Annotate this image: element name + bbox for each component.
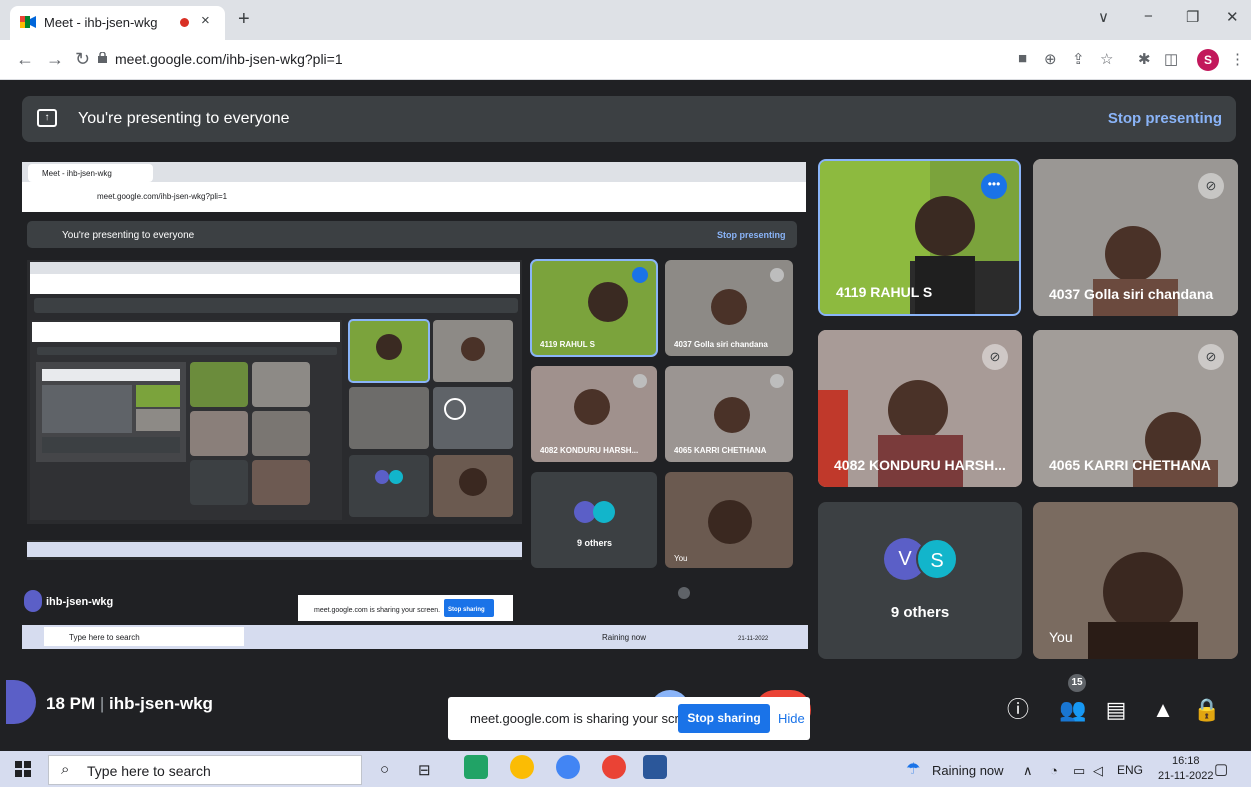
side-panel-icon[interactable]: ◫ <box>1164 50 1178 68</box>
taskbar-search-box[interactable]: ⌕ Type here to search <box>48 755 362 785</box>
language-indicator[interactable]: ENG <box>1117 763 1143 777</box>
share-notice-text: meet.google.com is sharing your screen. <box>470 711 705 726</box>
weather-icon[interactable]: ☂ <box>906 759 920 779</box>
participant-tile[interactable]: ••• 4119 RAHUL S <box>818 159 1021 316</box>
nested-date: 21-11-2022 <box>738 636 769 642</box>
address-bar[interactable]: meet.google.com/ihb-jsen-wkg?pli=1 <box>115 51 343 67</box>
nested-url: meet.google.com/ihb-jsen-wkg?pli=1 <box>97 192 228 201</box>
nested-stop-sharing: Stop sharing <box>448 607 485 613</box>
nested-share-text: meet.google.com is sharing your screen. <box>314 607 440 614</box>
task-view-icon[interactable]: ⊟ <box>418 761 431 779</box>
host-controls-icon[interactable]: 🔒 <box>1187 690 1227 730</box>
others-tile[interactable]: V S 9 others <box>818 502 1022 659</box>
nested-you-label: You <box>674 554 688 563</box>
shared-screen-preview: Meet - ihb-jsen-wkg meet.google.com/ihb-… <box>22 157 808 665</box>
chrome-alt-app-icon[interactable] <box>602 755 626 779</box>
volume-icon[interactable]: ◁ <box>1093 763 1103 779</box>
extensions-icon[interactable]: ✱ <box>1138 50 1151 68</box>
info-icon[interactable]: ⓘ <box>998 690 1038 730</box>
windows-start-icon[interactable] <box>15 761 31 777</box>
battery-icon[interactable]: ▭ <box>1073 763 1085 779</box>
nested-tile-name-rahul: 4119 RAHUL S <box>540 340 596 349</box>
minimize-button[interactable]: − <box>1144 8 1153 25</box>
meet-favicon-icon <box>20 16 36 28</box>
mic-off-icon: ⊘ <box>1198 344 1224 370</box>
activities-icon[interactable]: ▲ <box>1143 690 1183 730</box>
others-count-label: 9 others <box>890 604 950 621</box>
excel-app-icon[interactable] <box>464 755 488 779</box>
word-app-icon[interactable] <box>643 755 667 779</box>
taskbar-clock[interactable]: 16:18 21-11-2022 <box>1158 754 1213 784</box>
reload-icon[interactable]: ↻ <box>75 49 90 70</box>
profile-avatar[interactable]: S <box>1197 49 1219 71</box>
more-options-icon[interactable]: ••• <box>981 173 1007 199</box>
menu-dots-icon[interactable]: ⋮ <box>1230 50 1245 68</box>
clock-date: 21-11-2022 <box>1158 770 1214 782</box>
close-window-button[interactable]: ✕ <box>1226 8 1239 26</box>
nested-tile-name-golla: 4037 Golla siri chandana <box>674 340 768 349</box>
camera-in-use-icon[interactable]: ■ <box>1018 50 1027 67</box>
show-hidden-icons-icon[interactable]: ∧ <box>1023 763 1033 779</box>
stop-sharing-button[interactable]: Stop sharing <box>678 704 770 733</box>
participant-name: 4082 KONDURU HARSH... <box>834 457 1006 473</box>
participant-tile[interactable]: ⊘ 4082 KONDURU HARSH... <box>818 330 1022 487</box>
meeting-separator: | <box>99 694 105 713</box>
back-icon[interactable]: ← <box>16 49 34 70</box>
chat-icon[interactable]: ▤ <box>1096 690 1136 730</box>
maximize-button[interactable]: ❐ <box>1186 8 1199 26</box>
participant-tile[interactable]: ⊘ 4065 KARRI CHETHANA <box>1033 330 1238 487</box>
chrome-app-icon[interactable] <box>510 755 534 779</box>
recursive-screen-capture: Meet - ihb-jsen-wkg meet.google.com/ihb-… <box>22 162 808 649</box>
network-icon[interactable]: ◔ <box>1050 763 1058 778</box>
mic-off-icon: ⊘ <box>1198 173 1224 199</box>
mic-off-icon: ⊘ <box>982 344 1008 370</box>
nested-tile-name-konduru: 4082 KONDURU HARSH... <box>540 446 638 455</box>
lock-icon <box>98 52 107 63</box>
nested-taskbar-search: Type here to search <box>69 633 140 642</box>
participant-tile[interactable]: ⊘ 4037 Golla siri chandana <box>1033 159 1238 316</box>
present-screen-icon: ↑ <box>37 109 57 127</box>
presenting-text: You're presenting to everyone <box>78 110 290 127</box>
screen-share-notice: meet.google.com is sharing your screen. … <box>448 697 810 740</box>
search-placeholder: Type here to search <box>87 763 211 779</box>
bookmark-star-icon[interactable]: ☆ <box>1100 50 1113 68</box>
stop-presenting-button[interactable]: Stop presenting <box>1108 110 1222 127</box>
new-tab-button[interactable]: + <box>238 8 250 31</box>
recording-indicator-icon <box>180 18 189 27</box>
nested-weather: Raining now <box>602 633 646 642</box>
cortana-icon[interactable]: ○ <box>380 761 389 778</box>
zoom-icon[interactable]: ⊕ <box>1044 50 1057 68</box>
self-label: You <box>1049 629 1073 645</box>
browser-toolbar: ← → ↻ meet.google.com/ihb-jsen-wkg?pli=1… <box>0 40 1251 80</box>
clock-time: 16:18 <box>1171 755 1200 767</box>
chrome-profile-app-icon[interactable] <box>556 755 580 779</box>
participant-name: 4119 RAHUL S <box>836 284 933 300</box>
meeting-code: ihb-jsen-wkg <box>109 694 213 713</box>
nested-stop-presenting: Stop presenting <box>717 230 786 240</box>
nested-others-label: 9 others <box>577 538 612 548</box>
avatar: S <box>916 538 958 580</box>
presenting-banner: ↑ You're presenting to everyone Stop pre… <box>22 96 1236 142</box>
browser-tab[interactable]: Meet - ihb-jsen-wkg × <box>10 6 225 40</box>
people-icon[interactable]: 👥 <box>1053 690 1093 730</box>
tab-strip: Meet - ihb-jsen-wkg × + ∨ − ❐ ✕ <box>0 0 1251 40</box>
tab-close-icon[interactable]: × <box>201 12 210 29</box>
participant-name: 4065 KARRI CHETHANA <box>1049 457 1211 473</box>
meeting-time: 18 PM <box>46 694 96 713</box>
search-icon: ⌕ <box>61 761 70 778</box>
forward-icon[interactable]: → <box>46 49 64 70</box>
self-tile[interactable]: You <box>1033 502 1238 659</box>
tab-title: Meet - ihb-jsen-wkg <box>44 15 158 30</box>
participant-name: 4037 Golla siri chandana <box>1049 286 1214 302</box>
nested-tab-title: Meet - ihb-jsen-wkg <box>42 169 112 178</box>
tab-search-icon[interactable]: ∨ <box>1098 8 1109 26</box>
nested-presenting-text: You're presenting to everyone <box>62 230 195 241</box>
nested-tile-name-karri: 4065 KARRI CHETHANA <box>674 446 767 455</box>
nested-meeting-code: ihb-jsen-wkg <box>46 596 113 608</box>
weather-text[interactable]: Raining now <box>932 763 1004 778</box>
meeting-details: 18 PM | ihb-jsen-wkg <box>46 694 213 714</box>
hide-button[interactable]: Hide <box>778 711 805 726</box>
share-icon[interactable]: ⇪ <box>1072 50 1085 68</box>
notifications-icon[interactable]: ▢ <box>1214 760 1228 778</box>
